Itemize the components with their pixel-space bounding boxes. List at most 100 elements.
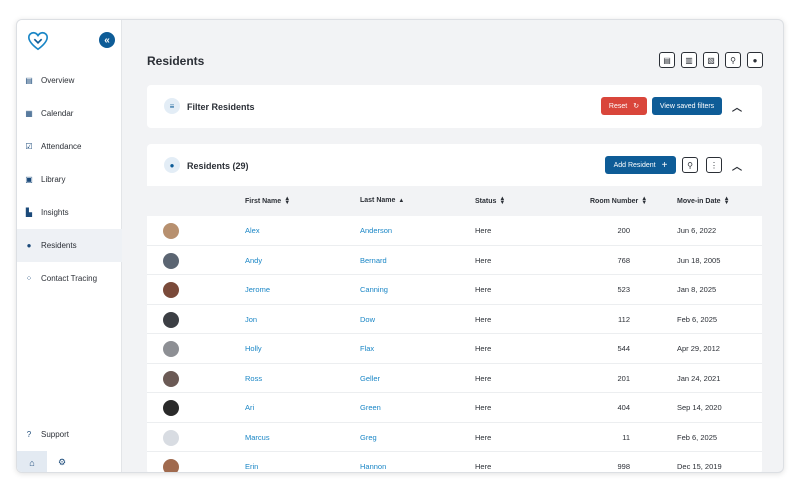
last-name-link[interactable]: Geller [360,374,380,383]
sidebar-bottom-bar: ⌂ ⚙ [17,451,122,472]
column-first-name[interactable]: First Name ▲ ▼ [245,196,291,206]
last-name-link[interactable]: Anderson [360,226,392,235]
last-name-link[interactable]: Green [360,403,381,412]
chevron-up-icon[interactable]: ︿ [731,100,743,114]
last-name-link[interactable]: Canning [360,285,388,294]
avatar [163,223,179,239]
column-label: First Name [245,197,282,205]
sidebar-item-calendar[interactable]: ▦ Calendar [17,97,122,130]
status-cell: Here [475,373,492,383]
last-name-link[interactable]: Flax [360,344,374,353]
sort-icon: ▲ ▼ [723,196,730,206]
last-name-link[interactable]: Bernard [360,256,387,265]
first-name-link[interactable]: Holly [245,344,262,353]
first-name-link[interactable]: Alex [245,226,260,235]
column-room-number[interactable]: Room Number ▲ ▼ [590,196,647,206]
sidebar-item-overview[interactable]: ▤ Overview [17,64,122,97]
column-label: Status [475,197,497,205]
barcode-icon: ▥ [685,55,693,65]
column-last-name[interactable]: Last Name ▲ [360,197,404,204]
residents-title: Residents (29) [187,161,249,171]
first-name-link[interactable]: Erin [245,462,258,471]
collapse-sidebar-button[interactable]: « [99,32,115,48]
column-label: Room Number [590,197,639,205]
status-cell: Here [475,285,492,294]
help-icon: ? [26,430,32,439]
first-name-link[interactable]: Ross [245,374,262,383]
settings-button[interactable]: ⚙ [47,451,77,472]
overview-icon: ▤ [25,76,33,85]
sidebar-item-contact-tracing[interactable]: ⁘ Contact Tracing [17,262,122,295]
last-name-link[interactable]: Dow [360,315,375,324]
first-name-link[interactable]: Jerome [245,285,270,294]
view-saved-filters-button[interactable]: View saved filters [652,97,722,115]
avatar [163,341,179,357]
sidebar-item-residents[interactable]: ● Residents [17,229,122,262]
reset-label: Reset [608,102,628,110]
sidebar-item-support[interactable]: ? Support [17,418,122,451]
calendar-icon: ▦ [25,109,33,118]
first-name-link[interactable]: Ari [245,403,254,412]
insights-icon: ▙ [25,208,33,217]
move-in-date-cell: Sep 14, 2020 [677,403,722,412]
barcode-button[interactable]: ▥ [681,52,697,68]
avatar [163,429,179,446]
table-row[interactable]: Andy Bernard Here 768 Jun 18, 2005 [147,246,762,275]
first-name-link[interactable]: Marcus [245,433,270,442]
profile-button[interactable]: ● [747,52,763,68]
status-cell: Here [475,462,492,471]
table-row[interactable]: Jon Dow Here 112 Feb 6, 2025 [147,305,762,334]
sidebar-item-insights[interactable]: ▙ Insights [17,196,122,229]
table-header: First Name ▲ ▼ Last Name ▲ Status ▲ ▼ Room… [147,186,762,216]
home-icon: ⌂ [29,457,35,468]
last-name-link[interactable]: Hannon [360,462,386,471]
search-button[interactable]: ⚲ [682,157,698,173]
table-row[interactable]: Marcus Greg Here 11 Feb 6, 2025 [147,423,762,452]
sidebar-item-attendance[interactable]: ☑ Attendance [17,130,122,163]
pdf-icon: ▤ [663,55,671,65]
sidebar-item-library[interactable]: ▣ Library [17,163,122,196]
column-label: Last Name [360,197,396,204]
table-row[interactable]: Alex Anderson Here 200 Jun 6, 2022 [147,216,762,246]
logo-icon [28,31,48,51]
filter-title: Filter Residents [187,102,255,112]
filter-icon: ≡ [164,98,180,114]
table-row[interactable]: Erin Hannon Here 998 Dec 15, 2019 [147,452,762,472]
avatar [163,252,179,269]
app-window: « ▤ Overview ▦ Calendar ☑ Attendance ▣ L… [16,19,784,473]
column-status[interactable]: Status ▲ ▼ [475,196,506,206]
move-in-date-cell: Jun 6, 2022 [677,226,717,235]
sort-icon: ▲ ▼ [284,196,291,206]
status-cell: Here [475,255,492,265]
sort-icon: ▲ ▼ [499,196,506,206]
table-row[interactable]: Ari Green Here 404 Sep 14, 2020 [147,393,762,423]
table-row[interactable]: Holly Flax Here 544 Apr 29, 2012 [147,334,762,364]
room-number-cell: 544 [617,344,630,353]
first-name-link[interactable]: Jon [245,315,257,324]
sidebar-item-label: Overview [41,76,75,85]
user-icon: ● [26,241,32,250]
room-number-cell: 768 [617,255,630,265]
status-cell: Here [475,432,492,442]
more-options-button[interactable]: ⋮ [706,157,722,173]
table-row[interactable]: Jerome Canning Here 523 Jan 8, 2025 [147,275,762,305]
clipboard-button[interactable]: ▧ [703,52,719,68]
add-resident-button[interactable]: Add Resident + [605,156,676,174]
last-name-link[interactable]: Greg [360,433,377,442]
export-pdf-button[interactable]: ▤ [659,52,675,68]
clipboard-icon: ▧ [707,55,715,65]
sidebar-item-label: Calendar [41,109,74,118]
residents-card: ● Residents (29) Add Resident + ⚲ ⋮ ︿ Fi… [147,144,762,472]
home-button[interactable]: ⌂ [17,451,47,472]
first-name-link[interactable]: Andy [245,256,262,265]
search-button[interactable]: ⚲ [725,52,741,68]
chevron-up-icon[interactable]: ︿ [731,159,743,173]
support-section: ? Support [17,418,122,451]
add-resident-label: Add Resident [613,161,656,169]
avatar [163,459,179,472]
table-row[interactable]: Ross Geller Here 201 Jan 24, 2021 [147,364,762,393]
column-move-in-date[interactable]: Move-in Date ▲ ▼ [677,196,730,206]
top-toolbar: ▤ ▥ ▧ ⚲ ● [659,52,763,68]
reset-button[interactable]: Reset ↻ [601,97,647,115]
sidebar-item-label: Attendance [41,142,82,151]
